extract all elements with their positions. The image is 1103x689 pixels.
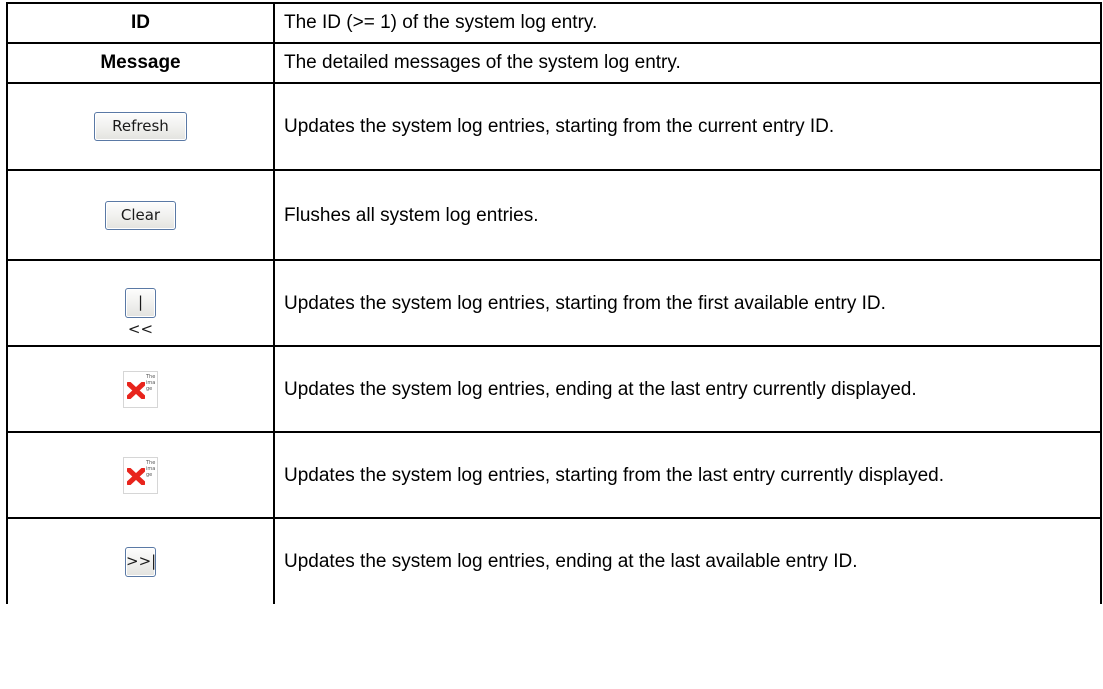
field-description-table: ID The ID (>= 1) of the system log entry… [6,2,1102,604]
next-page-cell-desc: Updates the system log entries, starting… [273,431,1102,519]
last-page-cell: >>| [6,517,275,604]
first-page-cell-desc: Updates the system log entries, starting… [273,259,1102,347]
refresh-cell-desc: Updates the system log entries, starting… [273,82,1102,171]
next-page-description: Updates the system log entries, starting… [284,464,945,486]
table-row-prev-page: The image Updates the system log entries… [6,345,1102,433]
message-label: Message [6,42,275,84]
refresh-description: Updates the system log entries, starting… [284,116,835,137]
table-row-clear: Clear Flushes all system log entries. [6,169,1102,261]
table-row-next-page: The image Updates the system log entries… [6,431,1102,519]
table-row-id: ID The ID (>= 1) of the system log entry… [6,2,1102,44]
id-description: The ID (>= 1) of the system log entry. [273,2,1102,44]
image-alt-text: The image [146,459,156,478]
first-page-description: Updates the system log entries, starting… [284,292,886,314]
image-alt-text: The image [146,373,156,392]
message-description: The detailed messages of the system log … [273,42,1102,84]
first-page-button[interactable]: |<< [125,288,156,338]
table-row-last-page: >>| Updates the system log entries, endi… [6,517,1102,604]
clear-description: Flushes all system log entries. [284,204,539,226]
prev-page-cell-desc: Updates the system log entries, ending a… [273,345,1102,433]
next-page-cell: The image [6,431,275,519]
prev-page-cell: The image [6,345,275,433]
prev-page-description: Updates the system log entries, ending a… [284,378,917,400]
id-label: ID [6,2,275,44]
red-x-icon [127,381,145,399]
last-page-cell-desc: Updates the system log entries, ending a… [273,517,1102,604]
clear-cell-desc: Flushes all system log entries. [273,169,1102,261]
first-page-cell: |<< [6,259,275,347]
table-row-refresh: Refresh Updates the system log entries, … [6,82,1102,171]
refresh-button[interactable]: Refresh [94,112,187,141]
table-row-first-page: |<< Updates the system log entries, star… [6,259,1102,347]
table-row-message: Message The detailed messages of the sys… [6,42,1102,84]
clear-cell: Clear [6,169,275,261]
last-page-description: Updates the system log entries, ending a… [284,551,858,572]
red-x-icon [127,467,145,485]
broken-image-icon[interactable]: The image [123,456,158,494]
refresh-cell: Refresh [6,82,275,171]
clear-button[interactable]: Clear [105,200,176,230]
last-page-button[interactable]: >>| [125,546,156,577]
broken-image-icon[interactable]: The image [123,370,158,408]
